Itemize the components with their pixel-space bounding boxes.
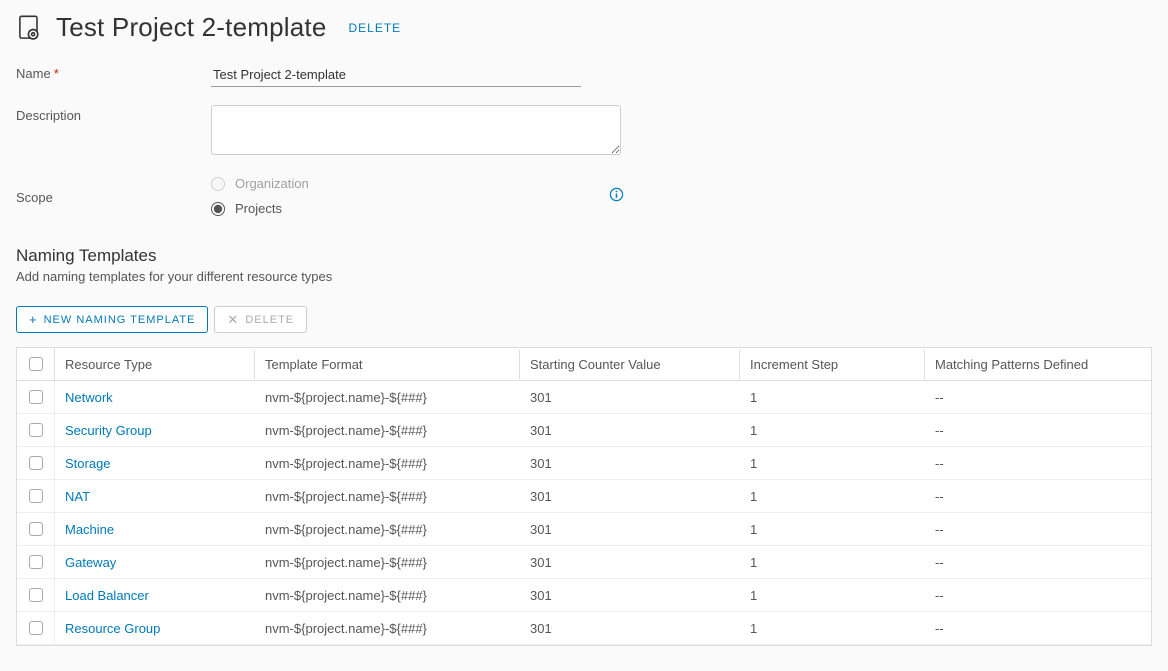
resource-type-link[interactable]: Security Group: [55, 416, 255, 445]
info-icon[interactable]: [609, 187, 624, 206]
col-increment-step[interactable]: Increment Step: [740, 350, 925, 379]
table-row: Gatewaynvm-${project.name}-${###}3011--: [17, 546, 1151, 579]
increment-step-cell: 1: [740, 416, 925, 445]
row-checkbox[interactable]: [29, 456, 43, 470]
col-resource-type[interactable]: Resource Type: [55, 350, 255, 379]
starting-counter-cell: 301: [520, 383, 740, 412]
increment-step-cell: 1: [740, 449, 925, 478]
starting-counter-cell: 301: [520, 581, 740, 610]
delete-template-link[interactable]: DELETE: [349, 21, 402, 35]
matching-patterns-cell: --: [925, 614, 1151, 643]
resource-type-link[interactable]: Load Balancer: [55, 581, 255, 610]
starting-counter-cell: 301: [520, 548, 740, 577]
template-format-cell: nvm-${project.name}-${###}: [255, 515, 520, 544]
increment-step-cell: 1: [740, 614, 925, 643]
matching-patterns-cell: --: [925, 416, 1151, 445]
scope-label: Scope: [16, 187, 211, 205]
page-title: Test Project 2-template: [56, 12, 327, 43]
matching-patterns-cell: --: [925, 482, 1151, 511]
increment-step-cell: 1: [740, 515, 925, 544]
increment-step-cell: 1: [740, 548, 925, 577]
table-row: Networknvm-${project.name}-${###}3011--: [17, 381, 1151, 414]
resource-type-link[interactable]: NAT: [55, 482, 255, 511]
table-row: Storagenvm-${project.name}-${###}3011--: [17, 447, 1151, 480]
matching-patterns-cell: --: [925, 383, 1151, 412]
row-checkbox[interactable]: [29, 489, 43, 503]
resource-type-link[interactable]: Gateway: [55, 548, 255, 577]
table-row: Security Groupnvm-${project.name}-${###}…: [17, 414, 1151, 447]
close-icon: ✕: [227, 313, 239, 326]
table-row: NATnvm-${project.name}-${###}3011--: [17, 480, 1151, 513]
template-format-cell: nvm-${project.name}-${###}: [255, 449, 520, 478]
col-matching-patterns[interactable]: Matching Patterns Defined: [925, 350, 1151, 379]
table-row: Machinenvm-${project.name}-${###}3011--: [17, 513, 1151, 546]
new-naming-template-button[interactable]: + NEW NAMING TEMPLATE: [16, 306, 208, 333]
select-all-checkbox[interactable]: [29, 357, 43, 371]
naming-templates-table: Resource Type Template Format Starting C…: [16, 347, 1152, 646]
matching-patterns-cell: --: [925, 449, 1151, 478]
scope-organization-radio[interactable]: Organization: [211, 176, 309, 191]
template-format-cell: nvm-${project.name}-${###}: [255, 383, 520, 412]
row-checkbox[interactable]: [29, 621, 43, 635]
delete-row-button: ✕ DELETE: [214, 306, 307, 333]
plus-icon: +: [29, 313, 38, 326]
naming-templates-subtitle: Add naming templates for your different …: [16, 269, 1152, 284]
template-format-cell: nvm-${project.name}-${###}: [255, 482, 520, 511]
row-checkbox[interactable]: [29, 522, 43, 536]
resource-type-link[interactable]: Resource Group: [55, 614, 255, 643]
col-template-format[interactable]: Template Format: [255, 350, 520, 379]
increment-step-cell: 1: [740, 383, 925, 412]
template-format-cell: nvm-${project.name}-${###}: [255, 416, 520, 445]
matching-patterns-cell: --: [925, 515, 1151, 544]
row-checkbox[interactable]: [29, 588, 43, 602]
starting-counter-cell: 301: [520, 449, 740, 478]
name-label: Name*: [16, 63, 211, 81]
template-format-cell: nvm-${project.name}-${###}: [255, 581, 520, 610]
starting-counter-cell: 301: [520, 482, 740, 511]
resource-type-link[interactable]: Network: [55, 383, 255, 412]
template-format-cell: nvm-${project.name}-${###}: [255, 614, 520, 643]
scope-projects-radio[interactable]: Projects: [211, 201, 309, 216]
naming-templates-heading: Naming Templates: [16, 246, 1152, 266]
resource-type-link[interactable]: Machine: [55, 515, 255, 544]
description-textarea[interactable]: [211, 105, 621, 155]
increment-step-cell: 1: [740, 581, 925, 610]
increment-step-cell: 1: [740, 482, 925, 511]
row-checkbox[interactable]: [29, 555, 43, 569]
row-checkbox[interactable]: [29, 390, 43, 404]
matching-patterns-cell: --: [925, 581, 1151, 610]
starting-counter-cell: 301: [520, 515, 740, 544]
description-label: Description: [16, 105, 211, 123]
template-gear-icon: [16, 14, 44, 42]
name-input[interactable]: [211, 63, 581, 87]
starting-counter-cell: 301: [520, 416, 740, 445]
row-checkbox[interactable]: [29, 423, 43, 437]
template-format-cell: nvm-${project.name}-${###}: [255, 548, 520, 577]
col-starting-counter[interactable]: Starting Counter Value: [520, 350, 740, 379]
matching-patterns-cell: --: [925, 548, 1151, 577]
resource-type-link[interactable]: Storage: [55, 449, 255, 478]
table-row: Resource Groupnvm-${project.name}-${###}…: [17, 612, 1151, 645]
starting-counter-cell: 301: [520, 614, 740, 643]
table-row: Load Balancernvm-${project.name}-${###}3…: [17, 579, 1151, 612]
